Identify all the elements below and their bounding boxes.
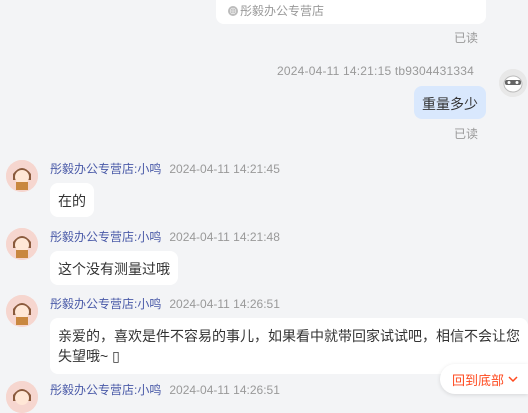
back-to-bottom-button[interactable]: 回到底部 — [439, 364, 528, 394]
message-text-line: 亲爱的，喜欢是件不容易的事儿，如果看中就带回家试试吧，相信不会让您 — [58, 328, 520, 344]
shop-icon: ◎ — [228, 5, 238, 16]
shop-avatar[interactable] — [6, 160, 38, 192]
sender-name[interactable]: 彤毅办公专营店:小鸣 — [50, 162, 161, 176]
message-time: 2024-04-11 14:21:45 — [169, 162, 280, 176]
my-message-bubble[interactable]: 重量多少 — [414, 86, 486, 119]
my-message-meta: 2024-04-11 14:21:15 tb9304431334 — [277, 64, 475, 78]
message-bubble[interactable]: 在的 — [50, 183, 94, 217]
shop-avatar[interactable] — [6, 228, 38, 260]
message-time: 2024-04-11 14:21:48 — [169, 230, 280, 244]
read-status: 已读 — [454, 31, 479, 45]
message-header: 彤毅办公专营店:小鸣 2024-04-11 14:21:45 — [50, 160, 280, 177]
sender-name[interactable]: 彤毅办公专营店:小鸣 — [50, 230, 161, 244]
shop-label: 彤毅办公专营店 — [240, 4, 325, 18]
read-status: 已读 — [454, 127, 479, 141]
message-bubble[interactable]: 这个没有测量过哦 — [50, 251, 178, 285]
message-text-line: 失望哦~ ▯ — [58, 348, 120, 364]
message-header: 彤毅办公专营店:小鸣 2024-04-11 14:26:51 — [50, 295, 280, 312]
back-to-bottom-label: 回到底部 — [451, 372, 504, 388]
shop-avatar[interactable] — [6, 295, 38, 327]
shop-line: ◎ 彤毅办公专营店 — [228, 2, 324, 19]
message-time: 2024-04-11 14:26:51 — [169, 297, 280, 311]
shop-avatar[interactable] — [6, 381, 38, 413]
my-avatar[interactable] — [499, 69, 527, 97]
message-time: 2024-04-11 14:26:51 — [169, 383, 280, 397]
message-header: 彤毅办公专营店:小鸣 2024-04-11 14:26:51 — [50, 381, 280, 398]
message-header: 彤毅办公专营店:小鸣 2024-04-11 14:21:48 — [50, 228, 280, 245]
chevron-down-icon — [508, 372, 518, 387]
sender-name[interactable]: 彤毅办公专营店:小鸣 — [50, 383, 161, 397]
sender-name[interactable]: 彤毅办公专营店:小鸣 — [50, 297, 161, 311]
shop-card[interactable]: ◎ 彤毅办公专营店 — [216, 0, 486, 24]
